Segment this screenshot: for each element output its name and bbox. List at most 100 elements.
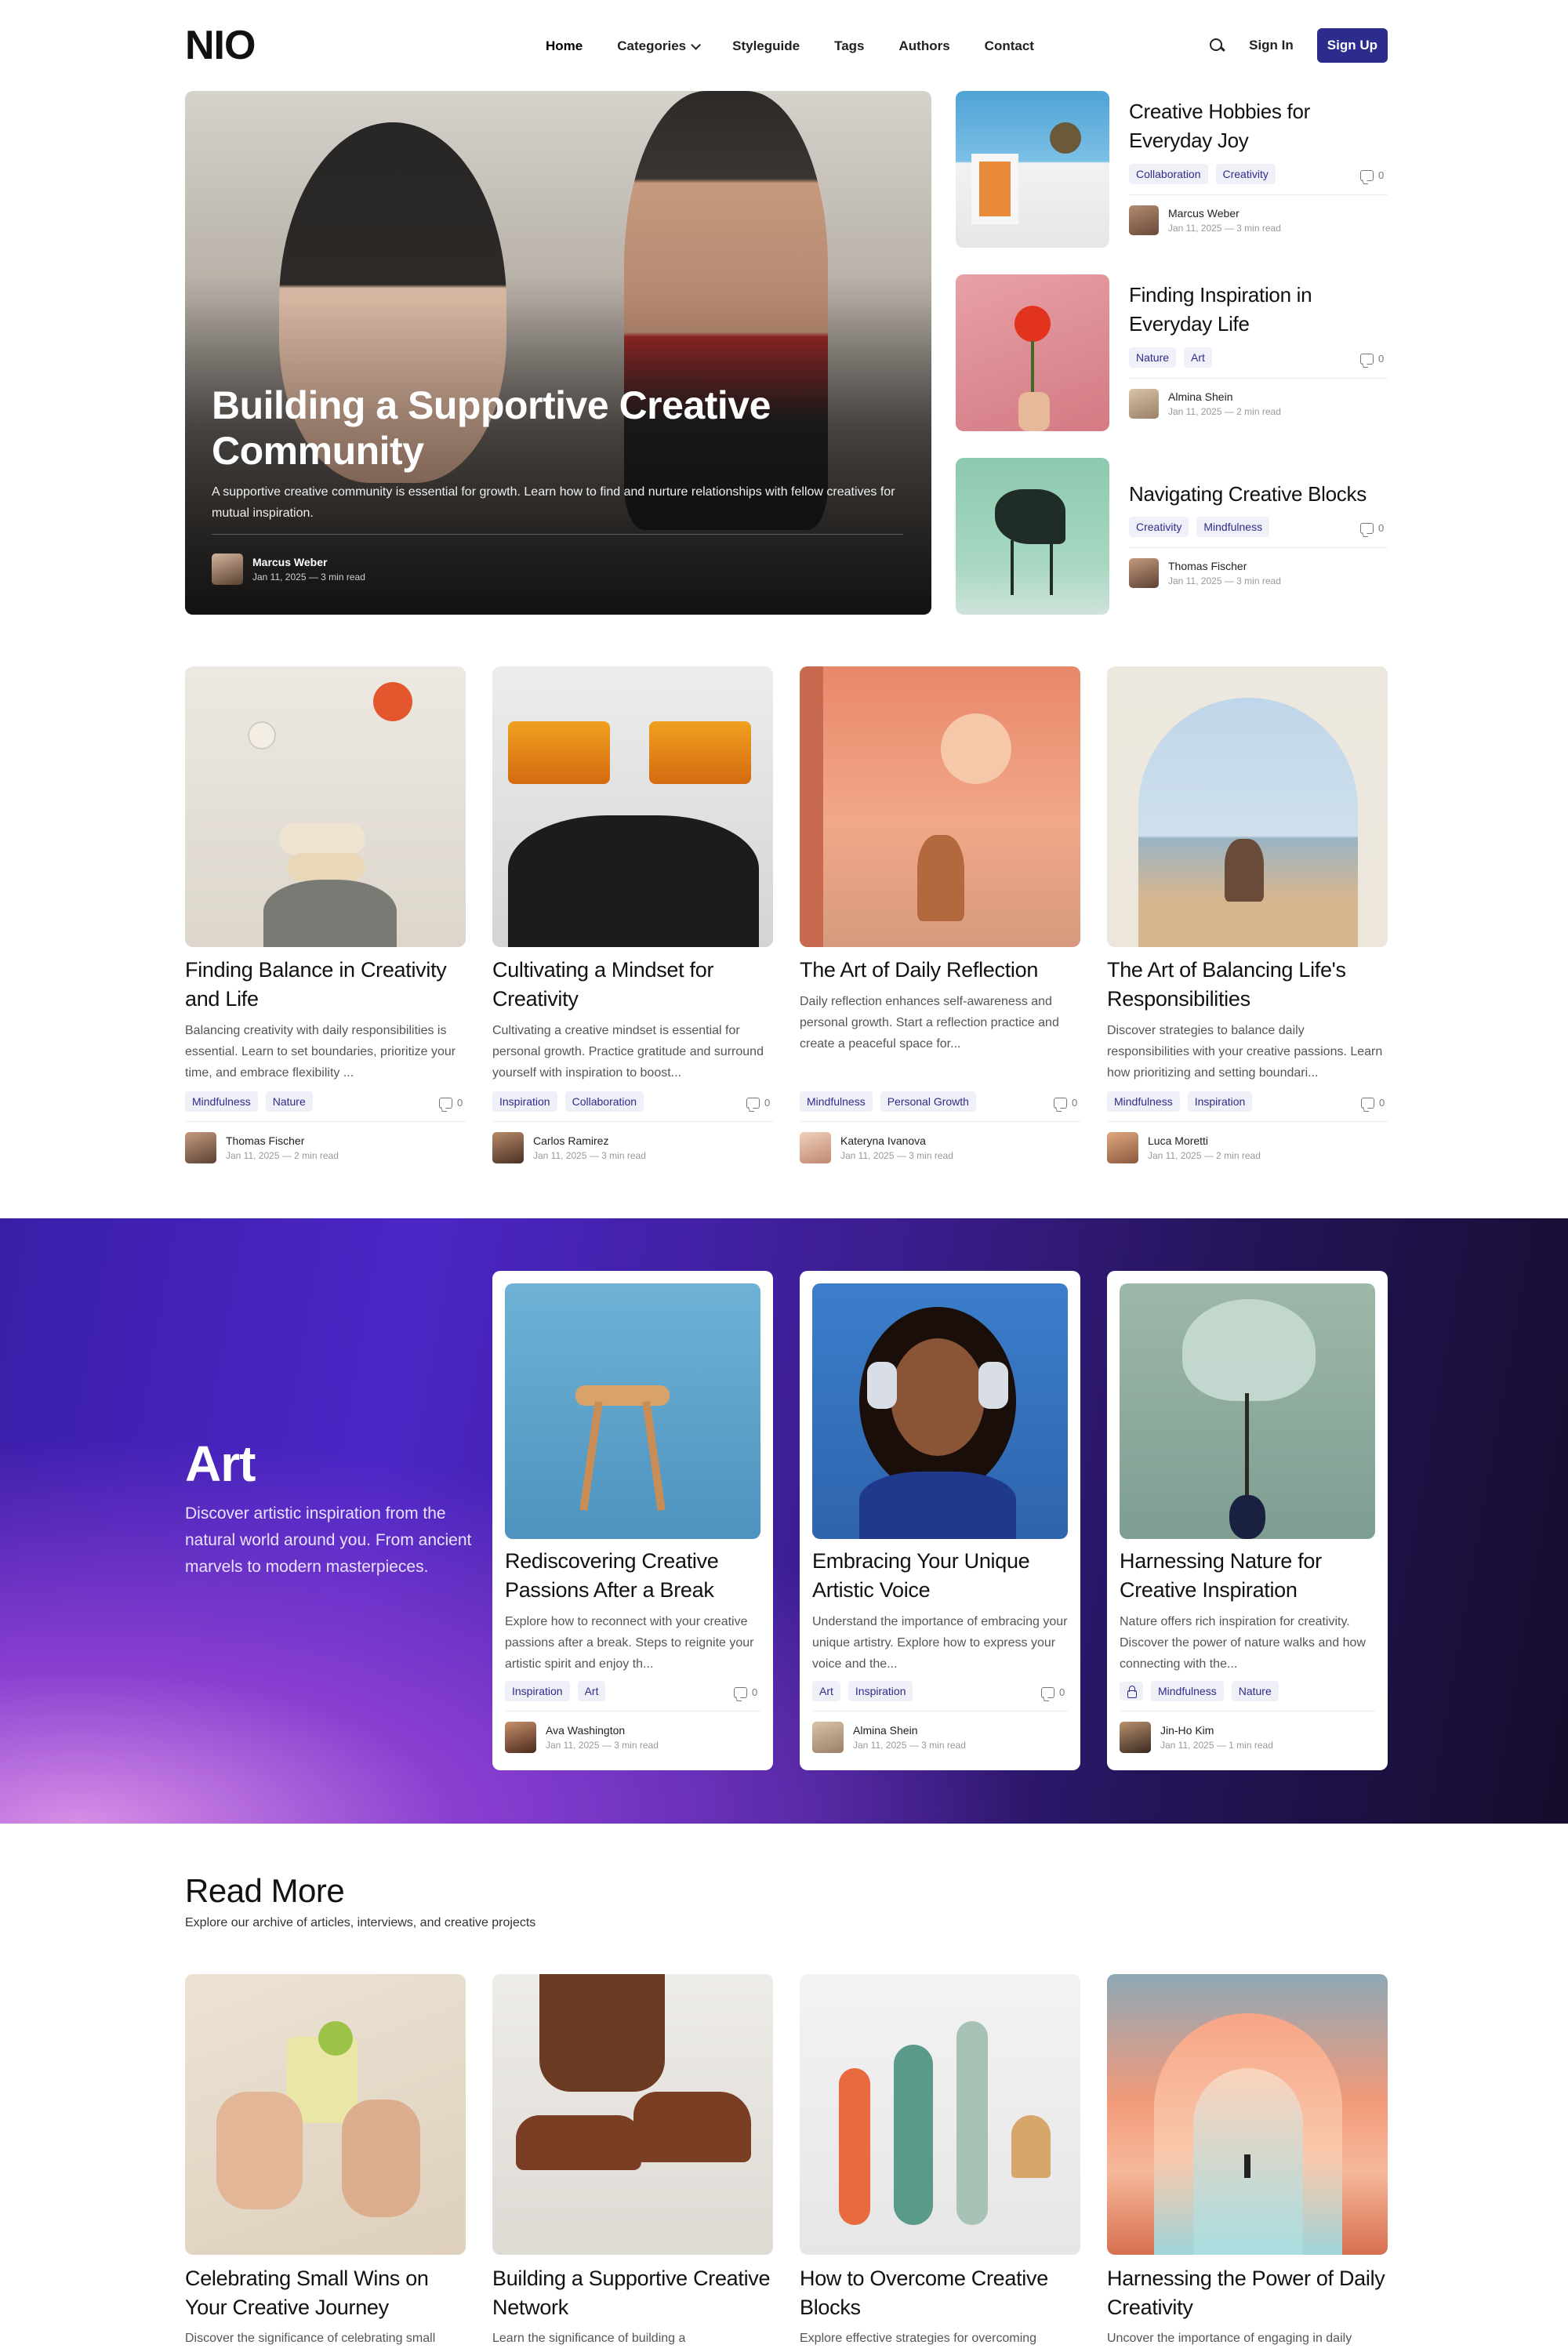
tag[interactable]: Art <box>1184 347 1212 368</box>
side-post-title[interactable]: Navigating Creative Blocks <box>1129 480 1396 509</box>
nav-authors[interactable]: Authors <box>899 38 950 54</box>
post-title[interactable]: The Art of Balancing Life's Responsibili… <box>1107 956 1388 1014</box>
post-title[interactable]: Finding Balance in Creativity and Life <box>185 956 466 1014</box>
post-author[interactable]: Ava Washington Jan 11, 2025 — 3 min read <box>505 1722 659 1753</box>
image-visor <box>649 721 751 784</box>
comment-count[interactable]: 0 <box>1360 169 1384 181</box>
comment-count[interactable]: 0 <box>1041 1686 1065 1698</box>
post-image[interactable] <box>505 1283 760 1539</box>
nav-contact[interactable]: Contact <box>985 38 1034 54</box>
comment-number: 0 <box>764 1097 771 1109</box>
post-title[interactable]: How to Overcome Creative Blocks <box>800 2264 1080 2322</box>
post-tags: Nature Art <box>1129 347 1212 368</box>
art-post-card[interactable]: Rediscovering Creative Passions After a … <box>492 1271 773 1770</box>
tag[interactable]: Mindfulness <box>185 1091 258 1112</box>
post-image[interactable] <box>185 666 466 947</box>
nav-categories[interactable]: Categories <box>617 38 702 54</box>
site-logo[interactable]: NIO <box>185 25 256 66</box>
nav-styleguide[interactable]: Styleguide <box>732 38 800 54</box>
comment-count[interactable]: 0 <box>746 1097 770 1109</box>
post-author[interactable]: Almina Shein Jan 11, 2025 — 3 min read <box>812 1722 966 1753</box>
image-shoe <box>633 2092 751 2162</box>
post-title[interactable]: Embracing Your Unique Artistic Voice <box>812 1547 1068 1605</box>
author-name: Marcus Weber <box>252 556 328 568</box>
tag[interactable]: Nature <box>1129 347 1177 368</box>
tag[interactable]: Inspiration <box>492 1091 557 1112</box>
tag[interactable]: Mindfulness <box>800 1091 873 1112</box>
post-title[interactable]: Rediscovering Creative Passions After a … <box>505 1547 760 1605</box>
post-image[interactable] <box>1107 666 1388 947</box>
post-title[interactable]: Harnessing Nature for Creative Inspirati… <box>1120 1547 1375 1605</box>
post-author[interactable]: Almina Shein Jan 11, 2025 — 2 min read <box>1129 389 1281 419</box>
post-image[interactable] <box>812 1283 1068 1539</box>
post-title[interactable]: Celebrating Small Wins on Your Creative … <box>185 2264 466 2322</box>
tag[interactable]: Mindfulness <box>1151 1681 1224 1701</box>
tag[interactable]: Art <box>812 1681 840 1701</box>
tag[interactable]: Personal Growth <box>880 1091 976 1112</box>
tag[interactable]: Mindfulness <box>1196 517 1270 537</box>
image-stone <box>279 823 365 855</box>
post-author[interactable]: Kateryna Ivanova Jan 11, 2025 — 3 min rea… <box>800 1132 953 1163</box>
tag[interactable]: Inspiration <box>505 1681 570 1701</box>
search-icon[interactable] <box>1208 37 1225 54</box>
post-author[interactable]: Thomas Fischer Jan 11, 2025 — 3 min read <box>1129 558 1281 588</box>
tag[interactable]: Nature <box>265 1091 313 1112</box>
post-image[interactable] <box>185 1974 466 2255</box>
art-section-title[interactable]: Art <box>185 1435 256 1493</box>
hero-author[interactable]: Marcus Weber Jan 11, 2025 — 3 min read <box>212 554 365 585</box>
post-meta: Jan 11, 2025 — 3 min read <box>840 1150 953 1161</box>
nav-home[interactable]: Home <box>546 38 583 54</box>
post-title[interactable]: The Art of Daily Reflection <box>800 956 1080 985</box>
comment-count[interactable]: 0 <box>1360 353 1384 365</box>
comment-count[interactable]: 0 <box>439 1097 463 1109</box>
comment-count[interactable]: 0 <box>1361 1097 1385 1109</box>
post-image[interactable] <box>1120 1283 1375 1539</box>
divider <box>1107 1121 1388 1122</box>
divider <box>185 1121 466 1122</box>
post-image[interactable] <box>492 1974 773 2255</box>
hero-card[interactable]: Building a Supportive Creative Community… <box>185 91 931 615</box>
post-author[interactable]: Jin-Ho Kim Jan 11, 2025 — 1 min read <box>1120 1722 1273 1753</box>
signup-button[interactable]: Sign Up <box>1316 28 1388 63</box>
post-image[interactable] <box>800 666 1080 947</box>
post-title[interactable]: Cultivating a Mindset for Creativity <box>492 956 773 1014</box>
divider <box>492 1121 773 1122</box>
post-title[interactable]: Harnessing the Power of Daily Creativity <box>1107 2264 1388 2322</box>
comment-count[interactable]: 0 <box>1054 1097 1077 1109</box>
side-post-image[interactable] <box>956 274 1109 431</box>
tag[interactable]: Inspiration <box>1187 1091 1253 1112</box>
comment-count[interactable]: 0 <box>1360 522 1384 534</box>
tag[interactable]: Mindfulness <box>1107 1091 1180 1112</box>
members-lock[interactable] <box>1120 1682 1143 1700</box>
post-author[interactable]: Carlos Ramirez Jan 11, 2025 — 3 min read <box>492 1132 646 1163</box>
art-post-card[interactable]: Harnessing Nature for Creative Inspirati… <box>1107 1271 1388 1770</box>
nav-tags[interactable]: Tags <box>834 38 864 54</box>
tag[interactable]: Creativity <box>1215 164 1276 184</box>
tag[interactable]: Collaboration <box>1129 164 1208 184</box>
tag[interactable]: Creativity <box>1129 517 1189 537</box>
side-post-image[interactable] <box>956 458 1109 615</box>
nav-categories-label: Categories <box>617 38 687 53</box>
side-post-title[interactable]: Finding Inspiration in Everyday Life <box>1129 281 1380 339</box>
tag[interactable]: Inspiration <box>848 1681 913 1701</box>
tag[interactable]: Art <box>577 1681 606 1701</box>
post-meta: Jan 11, 2025 — 2 min read <box>1148 1150 1261 1161</box>
hero-title[interactable]: Building a Supportive Creative Community <box>212 383 808 474</box>
post-meta: Jan 11, 2025 — 2 min read <box>226 1150 339 1161</box>
side-post-image[interactable] <box>956 91 1109 248</box>
author-name: Almina Shein <box>853 1724 918 1737</box>
post-author[interactable]: Luca Moretti Jan 11, 2025 — 2 min read <box>1107 1132 1261 1163</box>
post-image[interactable] <box>1107 1974 1388 2255</box>
tag[interactable]: Collaboration <box>564 1091 644 1112</box>
post-author[interactable]: Thomas Fischer Jan 11, 2025 — 2 min read <box>185 1132 339 1163</box>
image-stool-leg <box>579 1400 603 1512</box>
art-post-card[interactable]: Embracing Your Unique Artistic Voice Und… <box>800 1271 1080 1770</box>
post-image[interactable] <box>492 666 773 947</box>
comment-count[interactable]: 0 <box>734 1686 757 1698</box>
tag[interactable]: Nature <box>1231 1681 1279 1701</box>
signin-link[interactable]: Sign In <box>1249 38 1294 53</box>
side-post-title[interactable]: Creative Hobbies for Everyday Joy <box>1129 97 1380 155</box>
post-author[interactable]: Marcus Weber Jan 11, 2025 — 3 min read <box>1129 205 1281 235</box>
post-title[interactable]: Building a Supportive Creative Network <box>492 2264 773 2322</box>
post-image[interactable] <box>800 1974 1080 2255</box>
